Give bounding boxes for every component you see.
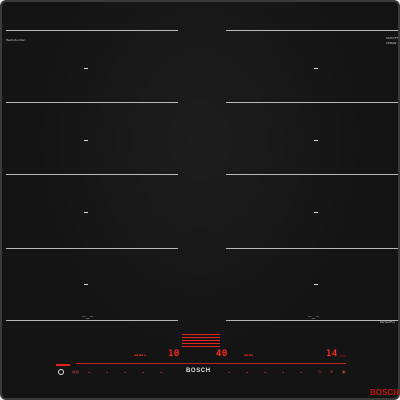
slider-step-7[interactable]: • bbox=[264, 371, 266, 375]
slider-step-9[interactable]: • bbox=[300, 371, 302, 375]
zone-center-mark[interactable] bbox=[314, 212, 318, 213]
induction-cooktop: flexInduction SCHOTT CERAN PerfectFry ⁀—… bbox=[0, 0, 400, 400]
touch-slider-strip[interactable] bbox=[76, 363, 346, 364]
timer-unit: min bbox=[340, 354, 346, 358]
slider-step-1[interactable]: • bbox=[106, 371, 108, 375]
zone-center-mark[interactable] bbox=[314, 284, 318, 285]
wipe-icon[interactable]: ◉ bbox=[342, 370, 346, 374]
bridge-icon: ⁀—⁀ bbox=[82, 316, 94, 321]
zone-divider-left-1 bbox=[6, 30, 178, 31]
timer-display: 14 bbox=[326, 349, 338, 359]
slider-step-4[interactable]: • bbox=[160, 371, 162, 375]
zone-divider-left-3 bbox=[6, 174, 178, 175]
bridge-icon: ⁀—⁀ bbox=[308, 316, 320, 321]
brand-logo: BOSCH bbox=[186, 368, 211, 374]
flex-icon[interactable]: ◍◍ bbox=[72, 370, 79, 374]
slider-step-0[interactable]: • bbox=[88, 371, 90, 375]
zone-center-mark[interactable] bbox=[84, 140, 88, 141]
watermark-logo: BOSCH bbox=[370, 388, 399, 397]
slider-step-3[interactable]: • bbox=[142, 371, 144, 375]
zone-indicator-left: ▪▪ ▪▪ ▪ bbox=[134, 353, 147, 357]
power-icon[interactable] bbox=[58, 369, 64, 375]
zone-center-mark[interactable] bbox=[314, 68, 318, 69]
zone-divider-right-1 bbox=[226, 30, 398, 31]
slider-step-5[interactable]: • bbox=[228, 371, 230, 375]
combi-zone-tag: flexInduction bbox=[6, 38, 26, 42]
slider-step-2[interactable]: • bbox=[124, 371, 126, 375]
perfectfry-tag: PerfectFry bbox=[380, 320, 396, 324]
slider-step-6[interactable]: • bbox=[246, 371, 248, 375]
glass-brand-tag-2: CERAN bbox=[386, 41, 397, 45]
power-display-left: 10 bbox=[168, 349, 180, 359]
zone-center-mark[interactable] bbox=[84, 284, 88, 285]
power-level-bars-right bbox=[198, 334, 220, 349]
zone-indicator-right: ▪▪ ▪▪ bbox=[244, 353, 254, 357]
zone-center-mark[interactable] bbox=[84, 68, 88, 69]
glass-brand-tag-1: SCHOTT bbox=[386, 36, 399, 40]
slider-step-8[interactable]: • bbox=[282, 371, 284, 375]
zone-divider-left-4 bbox=[6, 248, 178, 249]
timer-icon[interactable]: ◷ bbox=[318, 370, 322, 374]
zone-divider-right-3 bbox=[226, 174, 398, 175]
zone-divider-right-2 bbox=[226, 102, 398, 103]
lock-icon[interactable]: ⊙ bbox=[330, 370, 333, 374]
zone-divider-right-4 bbox=[226, 248, 398, 249]
zone-center-mark[interactable] bbox=[84, 212, 88, 213]
zone-divider-left-2 bbox=[6, 102, 178, 103]
power-display-center: 40 bbox=[216, 349, 228, 359]
zone-center-mark[interactable] bbox=[314, 140, 318, 141]
active-zone-led bbox=[56, 364, 70, 366]
